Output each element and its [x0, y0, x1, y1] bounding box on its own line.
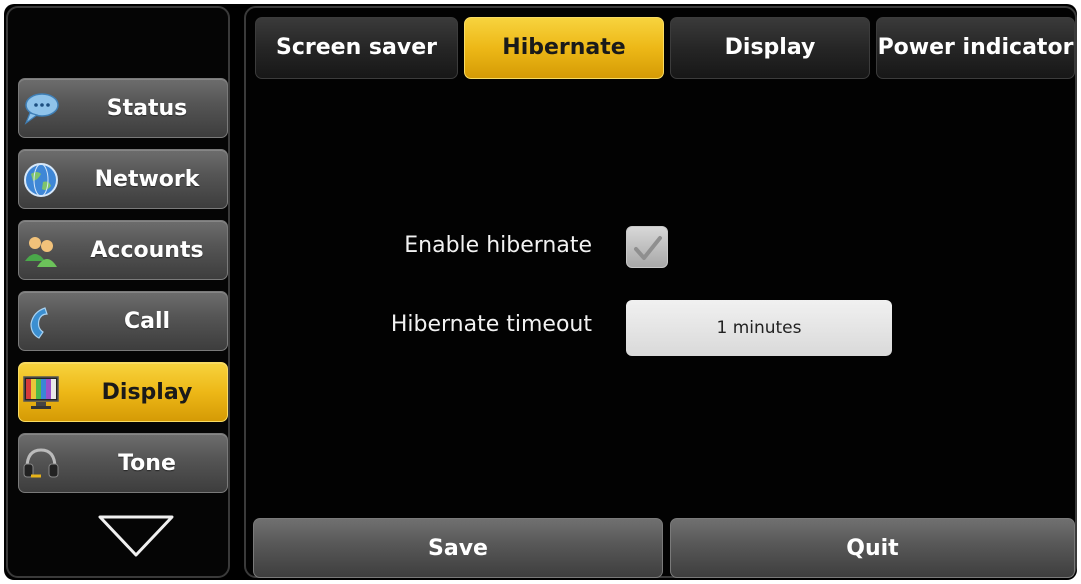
chevron-down-icon [96, 515, 176, 563]
enable-hibernate-checkbox[interactable] [626, 226, 668, 268]
tab-display[interactable]: Display [670, 17, 870, 79]
scroll-down-button[interactable] [96, 513, 176, 559]
tab-label: Power indicator [877, 35, 1074, 60]
tab-label: Screen saver [276, 35, 437, 60]
enable-hibernate-label: Enable hibernate [404, 233, 592, 258]
tab-label: Hibernate [502, 35, 626, 60]
users-icon [21, 233, 61, 269]
sidebar-item-label: Accounts [90, 238, 204, 263]
speech-bubble-icon [21, 91, 61, 127]
quit-button-label: Quit [846, 536, 899, 561]
settings-sidebar: Status Network Accounts Call Display Ton… [6, 6, 230, 578]
tab-hibernate[interactable]: Hibernate [464, 17, 664, 79]
monitor-icon [21, 375, 61, 411]
tab-label: Display [724, 35, 816, 60]
save-button[interactable]: Save [253, 518, 663, 578]
tab-screen-saver[interactable]: Screen saver [255, 17, 458, 79]
sidebar-item-label: Call [123, 309, 171, 334]
headset-icon [21, 446, 61, 482]
checkmark-icon [627, 236, 669, 273]
sidebar-item-display[interactable]: Display [18, 362, 228, 422]
sidebar-item-label: Display [101, 380, 193, 405]
sidebar-item-accounts[interactable]: Accounts [18, 220, 228, 280]
sidebar-item-label: Status [106, 96, 188, 121]
sidebar-item-tone[interactable]: Tone [18, 433, 228, 493]
sidebar-item-network[interactable]: Network [18, 149, 228, 209]
settings-panel: Screen saver Hibernate Display Power ind… [244, 6, 1077, 578]
sidebar-item-call[interactable]: Call [18, 291, 228, 351]
sidebar-item-label: Tone [118, 451, 176, 476]
hibernate-timeout-value: 1 minutes [716, 318, 802, 338]
tab-power-indicator[interactable]: Power indicator [876, 17, 1075, 79]
save-button-label: Save [428, 536, 488, 561]
sidebar-item-label: Network [94, 167, 200, 192]
hibernate-timeout-label: Hibernate timeout [390, 312, 592, 337]
quit-button[interactable]: Quit [670, 518, 1075, 578]
globe-icon [21, 162, 61, 198]
hibernate-timeout-select[interactable]: 1 minutes [626, 300, 892, 356]
sidebar-item-status[interactable]: Status [18, 78, 228, 138]
phone-handset-icon [21, 304, 61, 340]
